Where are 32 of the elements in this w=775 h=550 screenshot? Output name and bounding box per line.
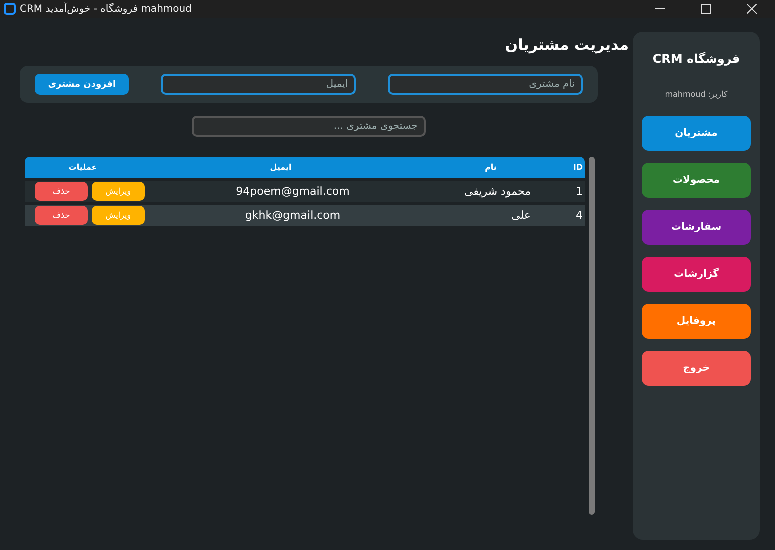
table-cell-text: محمود شریفی (463, 185, 532, 198)
column-header: نام (484, 163, 498, 172)
sidebar-button[interactable]: پروفایل (642, 304, 751, 339)
email-field[interactable]: ایمیل (161, 74, 356, 95)
table-cell-text: gkhk@gmail.com (244, 209, 342, 222)
table-cell-text: 94poem@gmail.com (235, 185, 351, 198)
sidebar-button[interactable]: مشتریان (642, 116, 751, 151)
scrollbar[interactable] (589, 157, 595, 515)
table-cell-text: 1 (575, 185, 584, 198)
table-cell-text: 4 (575, 209, 584, 222)
sidebar-title: فروشگاه CRM (652, 52, 740, 66)
column-header: ایمیل (269, 163, 293, 172)
window-title: CRM فروشگاه - خوش‌آمدید mahmoud (20, 4, 192, 14)
search-field[interactable]: جستجوی مشتری ... (192, 116, 426, 137)
sidebar-button[interactable]: گزارشات (642, 257, 751, 292)
column-header: عملیات (68, 163, 98, 172)
delete-button[interactable]: حذف (35, 206, 88, 225)
sidebar-button[interactable]: خروج (642, 351, 751, 386)
column-header: ID (572, 163, 584, 172)
delete-button[interactable]: حذف (35, 182, 88, 201)
sidebar-button[interactable]: محصولات (642, 163, 751, 198)
app-icon (4, 3, 16, 15)
table-cell-text: علی (510, 209, 532, 222)
maximize-icon[interactable] (701, 4, 711, 14)
edit-button[interactable]: ویرایش (92, 206, 145, 225)
sidebar-button[interactable]: سفارشات (642, 210, 751, 245)
name-field[interactable]: نام مشتری (388, 74, 583, 95)
add-customer-button[interactable]: افزودن مشتری (35, 74, 130, 95)
page-title: مدیریت مشتریان (505, 36, 630, 54)
edit-button[interactable]: ویرایش (92, 182, 145, 201)
close-icon[interactable] (747, 4, 757, 14)
user-label: کاربر: mahmoud (665, 90, 728, 99)
